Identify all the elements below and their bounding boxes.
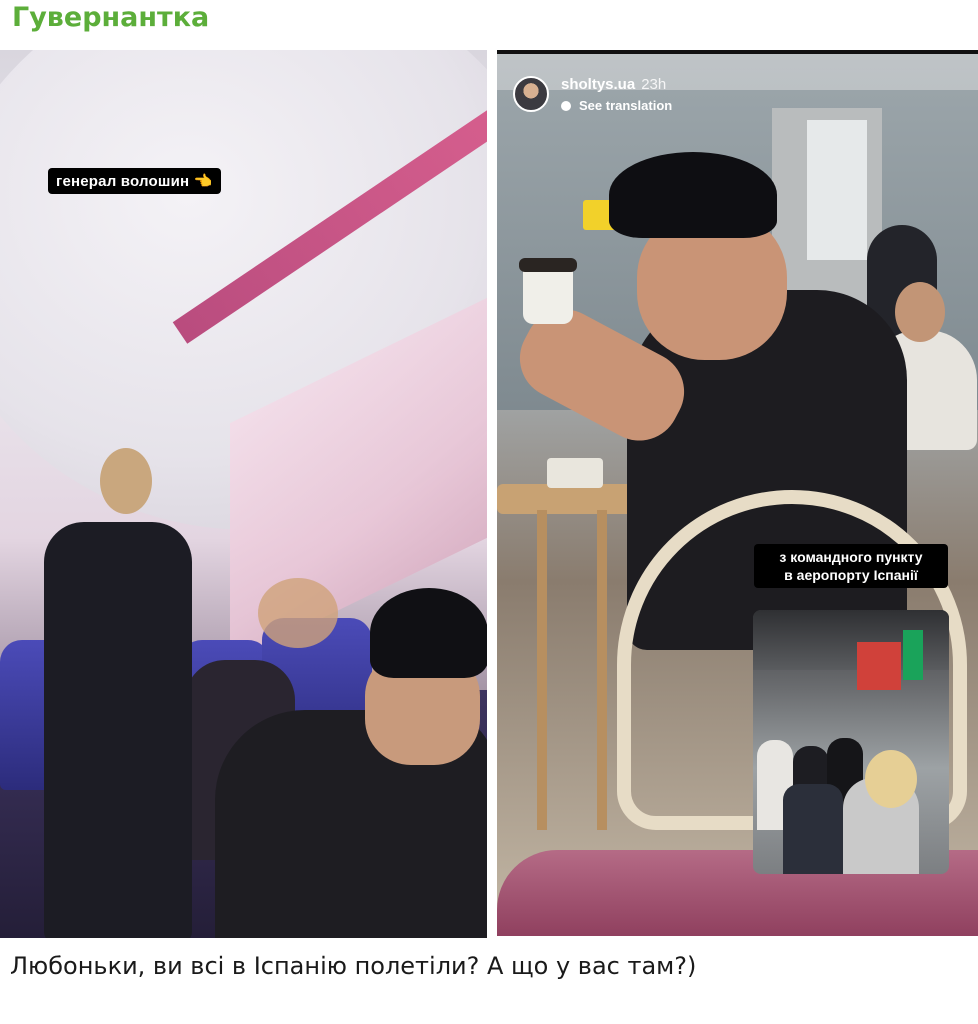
passenger-figure <box>258 578 338 648</box>
post-caption: Любоньки, ви всі в Іспанію полетіли? А щ… <box>10 952 697 980</box>
telegram-post: Гувернантка генерал волошин 👈 sholtys.ua… <box>0 0 978 1024</box>
general-sticker: генерал волошин 👈 <box>48 168 221 194</box>
table-leg <box>597 510 607 830</box>
translate-icon <box>561 100 571 111</box>
inset-blond-hair <box>865 750 917 808</box>
see-translation-link[interactable]: See translation <box>561 98 672 113</box>
cafe-table <box>497 484 637 514</box>
story-username[interactable]: sholtys.ua <box>561 76 635 93</box>
inset-person-backpack <box>783 784 843 874</box>
photo-collage[interactable]: генерал волошин 👈 9 <box>0 46 978 940</box>
cabin-photo[interactable]: генерал волошин 👈 <box>0 50 487 938</box>
pointing-hand-icon: 👈 <box>193 173 213 190</box>
command-post-sticker: з командного пункту в аеропорту Іспанії <box>754 544 948 588</box>
story-header: sholtys.ua 23h See translation <box>513 76 672 113</box>
coffee-cup <box>523 264 573 324</box>
coffee-lid <box>519 258 577 272</box>
coffee-cup <box>547 458 603 488</box>
command-sticker-line1: з командного пункту <box>779 549 923 565</box>
inset-photo <box>753 610 949 874</box>
background-man-face <box>895 282 945 342</box>
story-time: 23h <box>641 76 667 93</box>
general-sticker-text: генерал волошин <box>56 173 190 190</box>
table-leg <box>537 510 547 830</box>
black-cap <box>370 588 487 678</box>
airport-photo[interactable]: 9 sholtys.ua23h <box>497 50 978 936</box>
see-translation-label: See translation <box>579 98 673 113</box>
flight-attendant-head <box>100 448 152 514</box>
black-cap <box>609 152 777 238</box>
story-avatar[interactable] <box>513 76 549 112</box>
flight-attendant-figure <box>44 522 192 938</box>
channel-name[interactable]: Гувернантка <box>12 2 209 33</box>
story-progress-bar <box>497 50 978 54</box>
inset-green-sign <box>903 630 923 680</box>
airport-window <box>807 120 867 260</box>
inset-red-sign <box>857 642 901 690</box>
command-sticker-line2: в аеропорту Іспанії <box>784 567 918 583</box>
story-meta: sholtys.ua 23h See translation <box>561 76 672 113</box>
